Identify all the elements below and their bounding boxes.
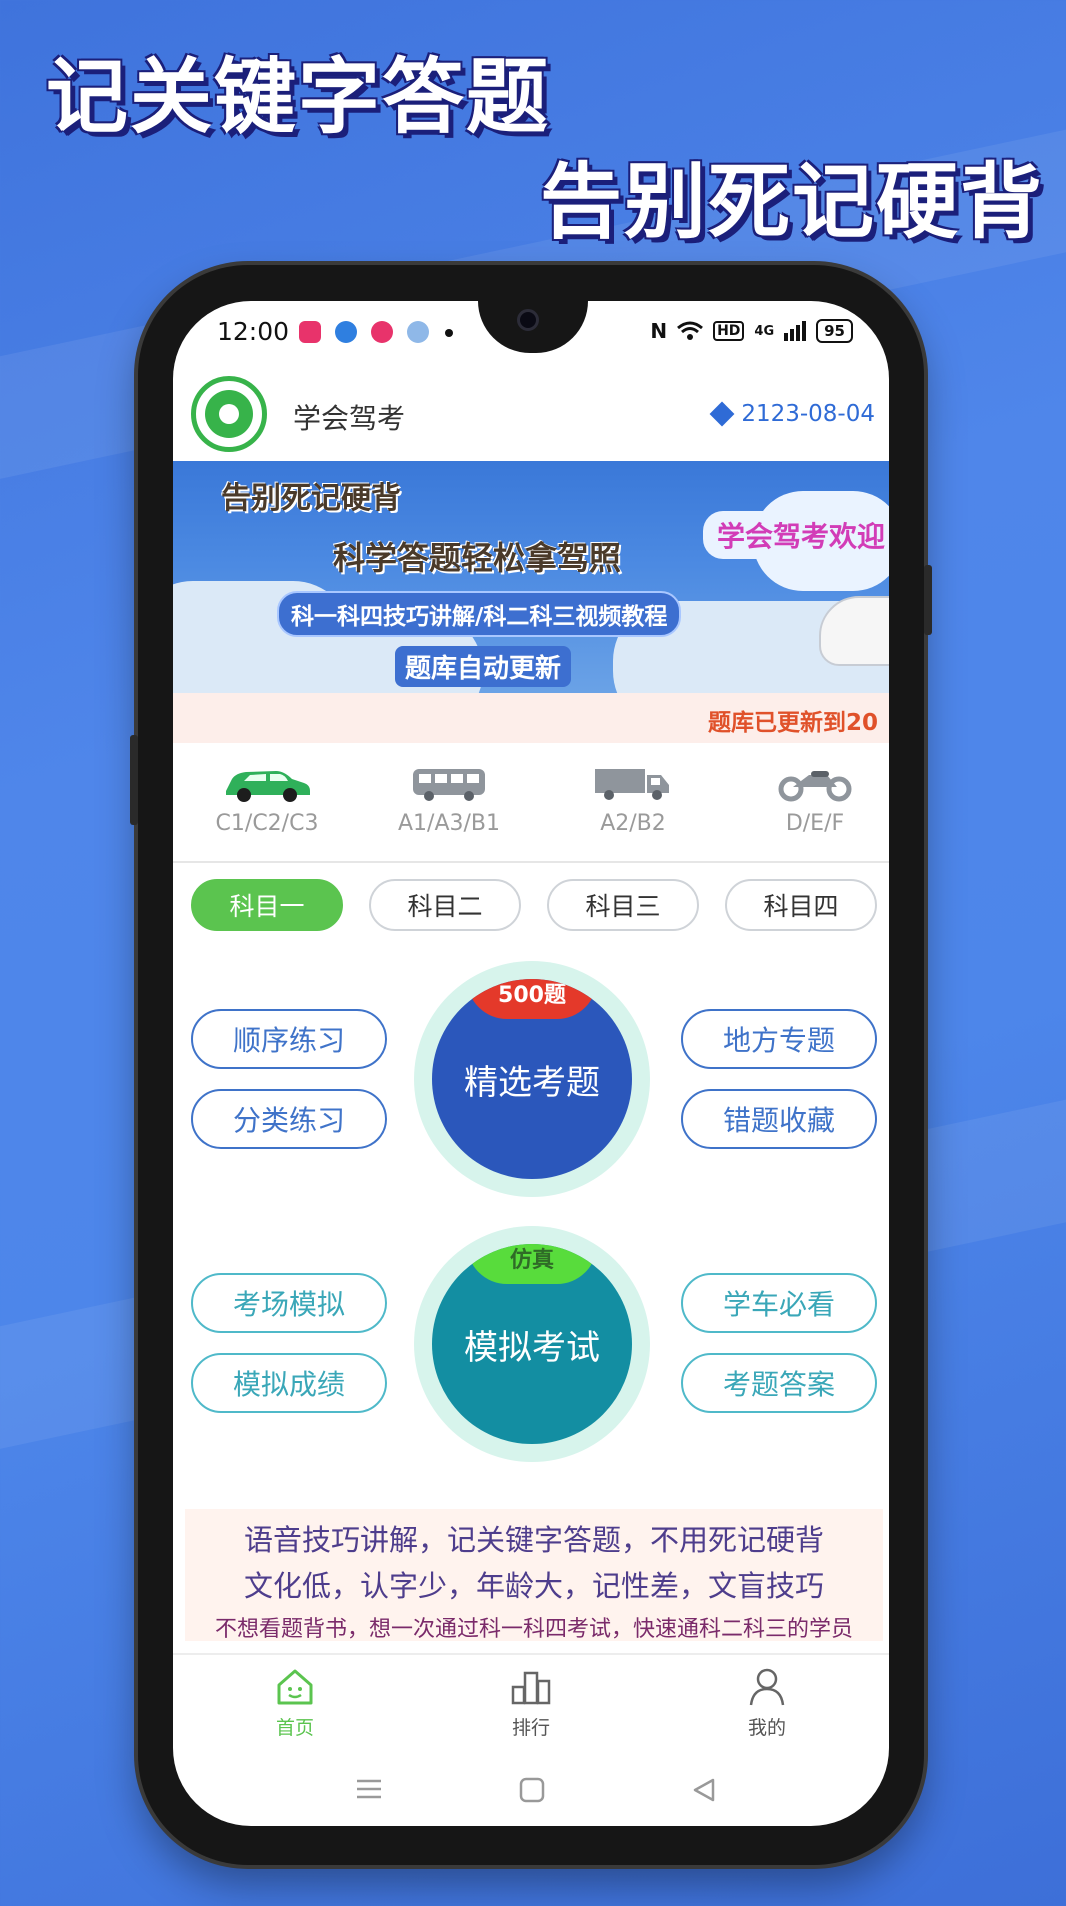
vip-status[interactable]: 2123-08-04 [709, 401, 875, 427]
tab-profile[interactable]: 我的 [707, 1665, 827, 1740]
browser-app-icon [335, 321, 357, 343]
tab-home-label: 首页 [275, 1717, 314, 1739]
banner-line3: 科一科四技巧讲解/科二科三视频教程 [277, 591, 682, 637]
profile-icon [749, 1668, 785, 1706]
app-screen: 12:00 N HD 4G 95 学会驾考 2123-08-04 告别死记硬背 … [173, 301, 889, 1826]
menu-icon[interactable] [355, 1777, 383, 1801]
vehicle-tab-motorcycle[interactable]: D/E/F [745, 763, 885, 836]
sequential-practice-button[interactable]: 顺序练习 [191, 1009, 387, 1069]
banner-line2: 科学答题轻松拿驾照 [333, 539, 622, 577]
car-icon [226, 771, 310, 802]
hd-icon: HD [713, 321, 745, 341]
exam-room-simulation-button[interactable]: 考场模拟 [191, 1273, 387, 1333]
promo-headline-line1: 记关键字答题 [46, 50, 551, 145]
banner-welcome: 学会驾考欢迎 [702, 511, 889, 559]
promo-text-block[interactable]: 语音技巧讲解，记关键字答题，不用死记硬背 文化低，认字少，年龄大，记性差，文盲技… [185, 1509, 883, 1642]
vehicle-tab-truck[interactable]: A2/B2 [563, 763, 703, 836]
mock-scores-button[interactable]: 模拟成绩 [191, 1353, 387, 1413]
music-app-icon [371, 321, 393, 343]
question-count-badge: 500题 [467, 979, 597, 1019]
promo-line2: 文化低，认字少，年龄大，记性差，文盲技巧 [243, 1569, 824, 1603]
ranking-icon [511, 1671, 551, 1705]
vip-expiry-date: 2123-08-04 [741, 401, 875, 427]
tab-subject-3[interactable]: 科目三 [547, 879, 699, 931]
home-icon [277, 1669, 313, 1705]
subject-tabs: 科目一 科目二 科目三 科目四 [191, 879, 879, 933]
promo-line1: 语音技巧讲解，记关键字答题，不用死记硬背 [243, 1523, 824, 1557]
truck-icon [595, 769, 669, 800]
back-icon[interactable] [691, 1777, 717, 1803]
update-notice-text: 题库已更新到20 [708, 710, 879, 736]
app-logo [191, 376, 267, 452]
category-practice-button[interactable]: 分类练习 [191, 1089, 387, 1149]
promo-headline-line2: 告别死记硬背 [540, 155, 1045, 250]
mock-exam-label: 模拟考试 [464, 1327, 600, 1368]
vehicle-tab-bus[interactable]: A1/A3/B1 [379, 763, 519, 836]
video-app-icon [299, 321, 321, 343]
selected-questions-button[interactable]: 500题 精选考题 [414, 961, 650, 1197]
promo-line3: 不想看题背书，想一次通过科一科四考试，快速通科二科三的学员 [214, 1617, 853, 1642]
tab-ranking-label: 排行 [511, 1717, 550, 1739]
bottom-tab-bar: 首页 排行 我的 [173, 1653, 889, 1761]
selected-questions-label: 精选考题 [464, 1062, 600, 1103]
vehicle-tab-car[interactable]: C1/C2/C3 [197, 763, 337, 836]
banner-line1: 告别死记硬背 [221, 481, 401, 516]
signal-icon [784, 321, 807, 341]
tab-home[interactable]: 首页 [235, 1665, 355, 1740]
vehicle-tab-label: A1/A3/B1 [397, 811, 500, 836]
update-notice[interactable]: 题库已更新到20 [173, 693, 889, 743]
more-notifications-icon [445, 329, 453, 337]
tab-profile-label: 我的 [747, 1717, 786, 1739]
power-button [924, 565, 932, 635]
diamond-icon [709, 401, 735, 427]
home-square-icon[interactable] [519, 1777, 545, 1803]
vehicle-tab-label: D/E/F [785, 811, 845, 836]
wifi-icon [677, 321, 704, 340]
tab-subject-2[interactable]: 科目二 [369, 879, 521, 931]
banner-line4: 题库自动更新 [395, 646, 572, 687]
local-topics-button[interactable]: 地方专题 [681, 1009, 877, 1069]
promo-banner[interactable]: 告别死记硬背 科学答题轻松拿驾照 科一科四技巧讲解/科二科三视频教程 题库自动更… [173, 461, 889, 693]
selected-questions-circle: 500题 精选考题 [432, 979, 632, 1179]
network-type: 4G [754, 323, 775, 339]
nfc-icon: N [650, 319, 668, 343]
bus-icon [413, 769, 485, 801]
app-header: 学会驾考 2123-08-04 [173, 371, 889, 461]
must-watch-button[interactable]: 学车必看 [681, 1273, 877, 1333]
status-bar: 12:00 N HD 4G 95 [217, 313, 853, 353]
mock-exam-button[interactable]: 仿真 模拟考试 [414, 1226, 650, 1462]
tab-ranking[interactable]: 排行 [471, 1665, 591, 1740]
vehicle-type-tabs: C1/C2/C3 A1/A3/B1 A2/B2 D/E/F [173, 751, 889, 863]
battery-icon: 95 [816, 319, 853, 343]
vehicle-tab-label: A2/B2 [600, 811, 666, 836]
app-title: 学会驾考 [293, 402, 406, 435]
phone-frame: 12:00 N HD 4G 95 学会驾考 2123-08-04 告别死记硬背 … [130, 265, 932, 1865]
exam-answers-button[interactable]: 考题答案 [681, 1353, 877, 1413]
system-navigation-bar [173, 1763, 889, 1825]
status-time: 12:00 [217, 317, 290, 346]
steering-wheel-icon [205, 390, 253, 438]
cloud-app-icon [407, 321, 429, 343]
vehicle-tab-label: C1/C2/C3 [215, 811, 319, 836]
simulation-badge: 仿真 [467, 1244, 597, 1284]
tab-subject-4[interactable]: 科目四 [725, 879, 877, 931]
motorcycle-icon [778, 771, 852, 802]
wrong-answers-button[interactable]: 错题收藏 [681, 1089, 877, 1149]
volume-button [130, 735, 138, 825]
mock-exam-circle: 仿真 模拟考试 [432, 1244, 632, 1444]
tab-subject-1[interactable]: 科目一 [191, 879, 343, 931]
